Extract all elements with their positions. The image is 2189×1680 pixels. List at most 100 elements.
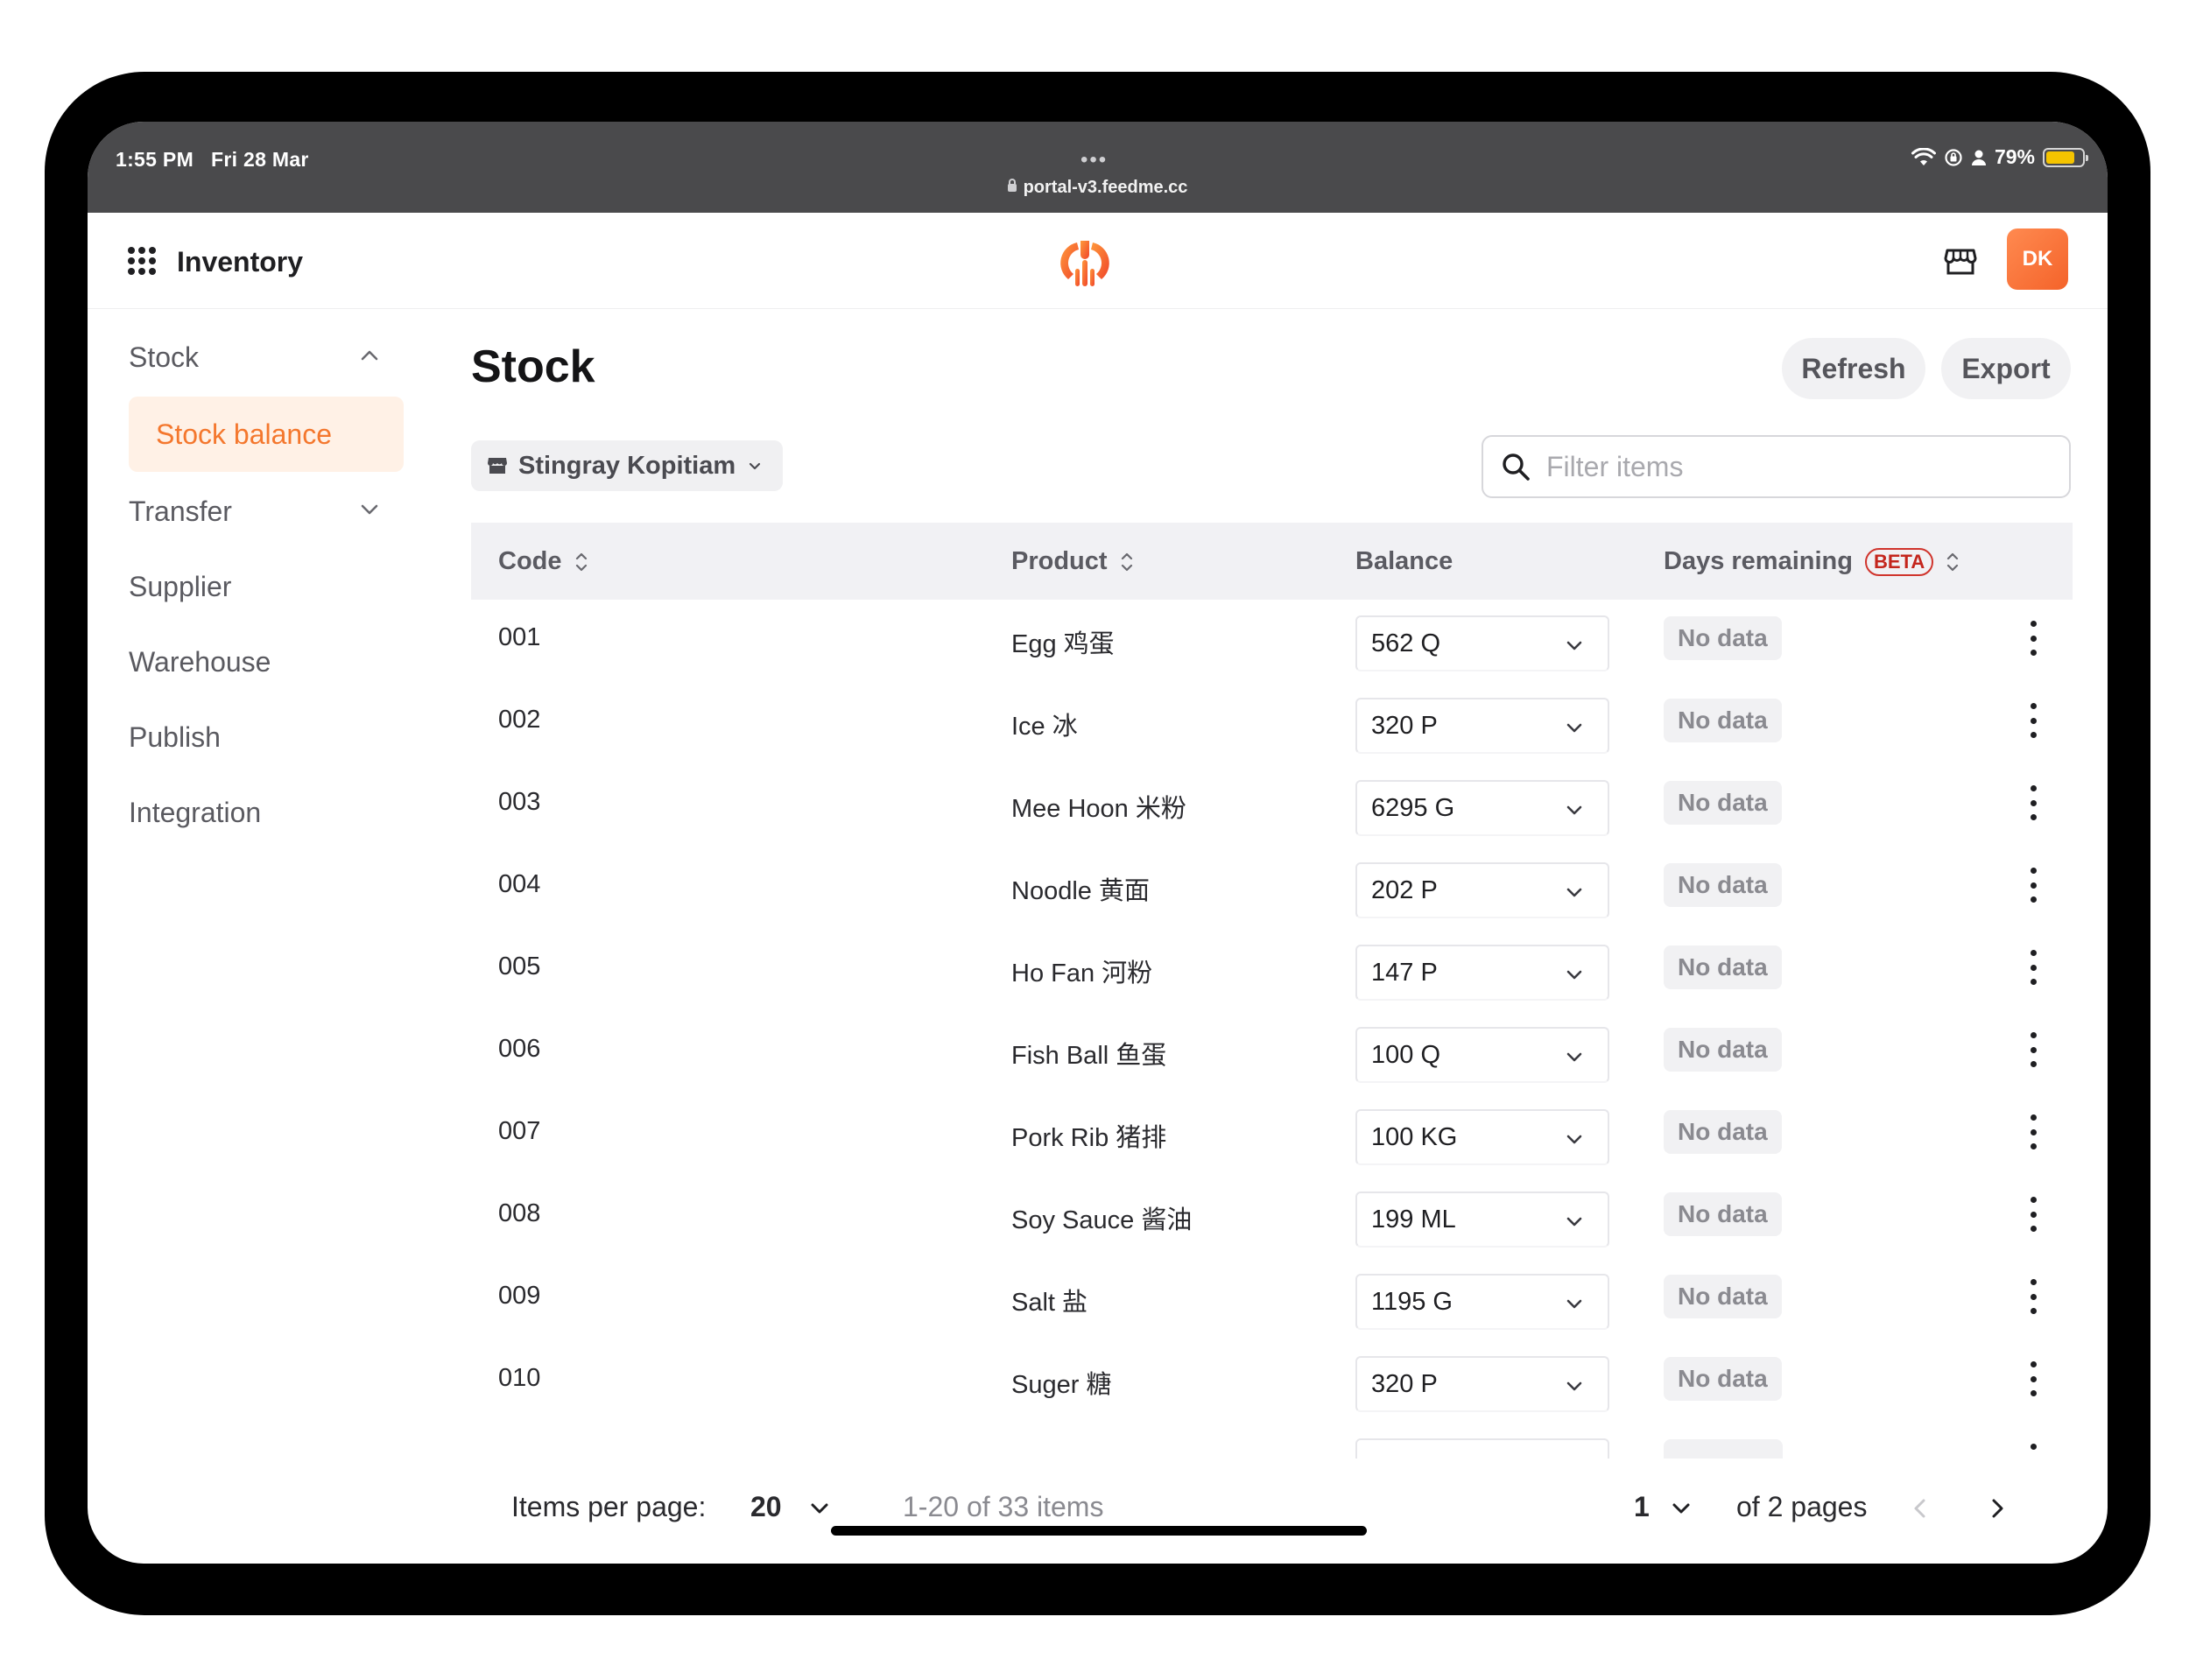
sidebar-item-label: Stock (129, 341, 200, 373)
balance-select[interactable]: 147 P (1355, 945, 1609, 1001)
balance-select[interactable]: 100 Q (1355, 1027, 1609, 1083)
days-remaining-badge: No data (1664, 1110, 1782, 1154)
cell-code: 008 (498, 1199, 541, 1227)
chevron-down-icon[interactable] (1669, 1496, 1693, 1521)
sidebar-item-label: Publish (129, 721, 221, 753)
days-remaining-badge: No data (1664, 863, 1782, 907)
more-options-icon[interactable] (2028, 1197, 2038, 1232)
chevron-down-icon (1566, 1299, 1582, 1309)
column-header-product[interactable]: Product (1011, 547, 1134, 576)
cell-product: Salt 盐 (1011, 1289, 1088, 1317)
sidebar-item-publish[interactable]: Publish (129, 699, 404, 775)
chevron-down-icon[interactable] (807, 1496, 832, 1521)
column-header-days-remaining[interactable]: Days remaining BETA (1664, 547, 1960, 576)
balance-select[interactable]: 1195 G (1355, 1274, 1609, 1330)
cell-product: Ho Fan 河粉 (1011, 959, 1153, 988)
chevron-down-icon (1566, 888, 1582, 897)
chevron-down-icon (1566, 970, 1582, 980)
stock-table: Code Product Balance Days remaining BETA… (471, 523, 2073, 1459)
sidebar-item-stock-balance[interactable]: Stock balance (129, 397, 404, 472)
table-row: 007 Pork Rib 猪排 100 KG No data (471, 1093, 2073, 1176)
page-select[interactable]: 1 (1634, 1491, 1650, 1523)
items-per-page-select[interactable]: 20 (750, 1491, 782, 1523)
filter-box[interactable] (1482, 435, 2071, 498)
items-per-page-label: Items per page: (511, 1491, 707, 1522)
status-indicators: 79% (1911, 145, 2088, 169)
cell-product: Mee Hoon 米粉 (1011, 795, 1186, 823)
balance-select[interactable]: 202 P (1355, 862, 1609, 918)
status-clock: 1:55 PM (116, 148, 194, 171)
days-remaining-badge: No data (1664, 1192, 1782, 1236)
column-header-label: Product (1011, 547, 1108, 575)
apps-grid-icon[interactable] (128, 247, 156, 275)
balance-value: 562 Q (1371, 629, 1440, 657)
person-icon (1971, 150, 1986, 165)
page-title: Stock (471, 341, 595, 392)
sidebar-item-transfer[interactable]: Transfer (129, 474, 404, 549)
more-options-icon[interactable] (2028, 621, 2038, 656)
balance-select[interactable]: 320 P (1355, 698, 1609, 754)
balance-value: 199 ML (1371, 1205, 1456, 1234)
cell-product: Soy Sauce 酱油 (1011, 1206, 1193, 1234)
balance-select[interactable]: 562 Q (1355, 615, 1609, 671)
balance-select[interactable]: 6295 G (1355, 780, 1609, 836)
cell-product: Suger 糖 (1011, 1371, 1112, 1399)
battery-icon (2043, 147, 2088, 167)
export-button[interactable]: Export (1941, 338, 2071, 399)
sidebar-item-integration[interactable]: Integration (129, 775, 404, 850)
lock-rotation-icon (1945, 148, 1962, 166)
battery-level (2046, 151, 2074, 164)
balance-select[interactable]: 100 KG (1355, 1109, 1609, 1165)
refresh-button[interactable]: Refresh (1782, 338, 1925, 399)
more-options-icon[interactable] (2028, 703, 2038, 738)
location-name: Stingray Kopitiam (518, 451, 736, 480)
sidebar-item-stock[interactable]: Stock (129, 320, 404, 395)
more-options-icon[interactable] (2028, 868, 2038, 903)
sidebar-item-supplier[interactable]: Supplier (129, 549, 404, 624)
home-indicator[interactable] (831, 1526, 1367, 1536)
table-header: Code Product Balance Days remaining BETA (471, 523, 2073, 600)
chevron-left-icon[interactable] (1909, 1496, 1932, 1521)
cell-code: 004 (498, 870, 541, 898)
chevron-right-icon[interactable] (1986, 1496, 2009, 1521)
sidebar-item-warehouse[interactable]: Warehouse (129, 624, 404, 699)
status-time: 1:55 PM Fri 28 Mar (116, 148, 327, 172)
balance-value: 202 P (1371, 875, 1438, 904)
more-options-icon[interactable] (2028, 1114, 2038, 1149)
sidebar-item-label: Transfer (129, 495, 232, 527)
column-header-label: Days remaining (1664, 547, 1853, 575)
table-body: 001 Egg 鸡蛋 562 Q No data 002 Ice 冰 320 P No dat… (471, 600, 2073, 1459)
more-options-icon[interactable] (2028, 1032, 2038, 1067)
multitask-dots-icon[interactable]: ••• (1080, 148, 1108, 172)
column-header-code[interactable]: Code (498, 547, 588, 576)
balance-value: 100 KG (1371, 1122, 1458, 1151)
table-row: 001 Egg 鸡蛋 562 Q No data (471, 600, 2073, 682)
cell-code: 006 (498, 1035, 541, 1063)
cell-code: 007 (498, 1117, 541, 1145)
cell-product: Fish Ball 鱼蛋 (1011, 1042, 1167, 1070)
more-options-icon[interactable] (2028, 950, 2038, 985)
days-remaining-badge: No data (1664, 616, 1782, 660)
filter-input[interactable] (1546, 450, 2037, 483)
screen: 1:55 PM Fri 28 Mar ••• portal-v3.feedme.c… (88, 122, 2108, 1564)
more-options-icon[interactable] (2028, 785, 2038, 820)
more-options-icon[interactable] (2028, 1444, 2038, 1459)
address-bar[interactable]: portal-v3.feedme.cc (88, 178, 2108, 198)
location-selector[interactable]: Stingray Kopitiam (471, 440, 784, 491)
balance-value: 1195 G (1371, 1287, 1453, 1316)
balance-value: 147 P (1371, 958, 1438, 987)
balance-select[interactable]: 199 ML (1355, 1191, 1609, 1248)
status-date: Fri 28 Mar (211, 148, 309, 171)
chevron-down-icon (1566, 723, 1582, 733)
avatar[interactable]: DK (2007, 228, 2068, 290)
column-header-balance: Balance (1355, 547, 1453, 576)
balance-select[interactable] (1355, 1438, 1609, 1459)
days-remaining-badge: No data (1664, 1275, 1782, 1318)
more-options-icon[interactable] (2028, 1279, 2038, 1314)
chevron-up-icon (361, 350, 378, 361)
balance-select[interactable]: 320 P (1355, 1356, 1609, 1412)
table-row: 003 Mee Hoon 米粉 6295 G No data (471, 764, 2073, 847)
more-options-icon[interactable] (2028, 1361, 2038, 1396)
store-icon[interactable] (1943, 243, 1978, 278)
table-row: 002 Ice 冰 320 P No data (471, 682, 2073, 764)
